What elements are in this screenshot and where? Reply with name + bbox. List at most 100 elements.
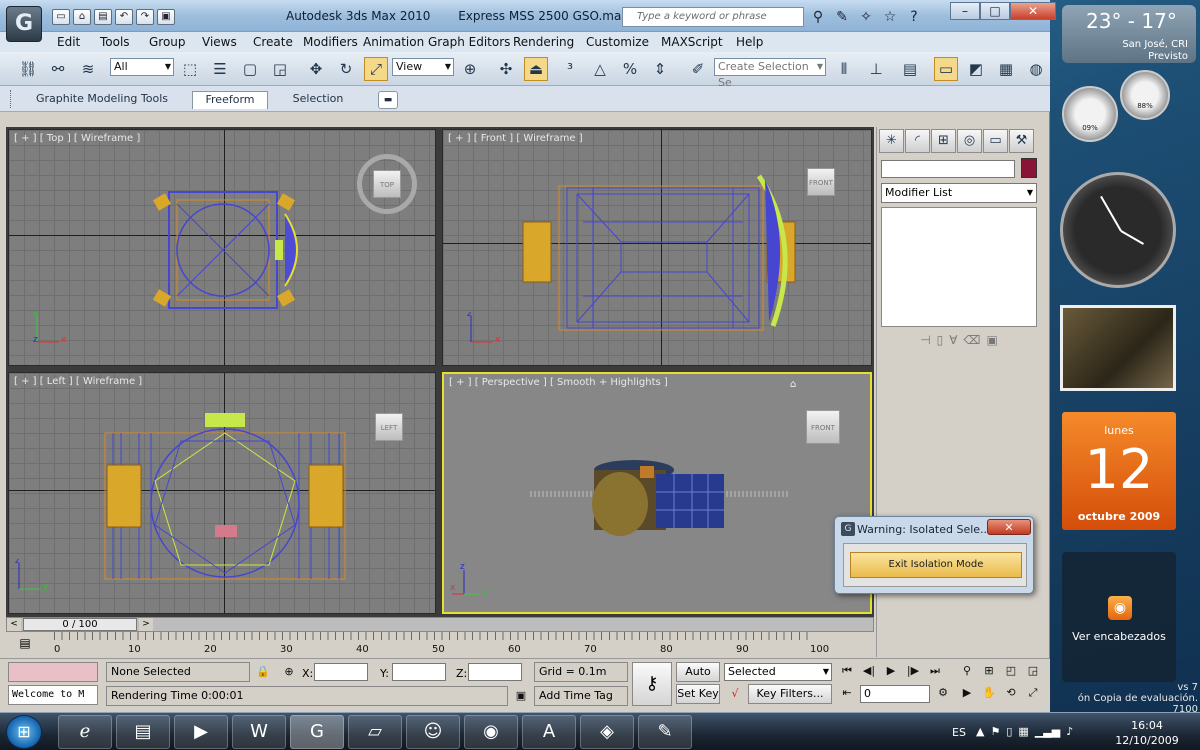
calendar-gadget[interactable]: lunes 12 octubre 2009 — [1062, 412, 1176, 530]
utilities-tab-icon[interactable]: ⚒ — [1009, 129, 1034, 153]
auto-key-button[interactable]: Auto Key — [676, 662, 720, 696]
pan-view-icon[interactable]: ✋ — [980, 684, 998, 702]
unlink-icon[interactable]: ⚯ — [46, 57, 70, 81]
viewcube-left[interactable]: LEFT — [375, 413, 403, 441]
graphite-toggle-icon[interactable]: ▭ — [934, 57, 958, 81]
minimize-icon[interactable]: – — [950, 2, 980, 20]
select-and-move-icon[interactable]: ✥ — [304, 57, 328, 81]
maxscript-listener-output[interactable] — [8, 662, 98, 682]
open-file-icon[interactable]: ⌂ — [73, 9, 91, 25]
select-by-name-icon[interactable]: ☰ — [208, 57, 232, 81]
volume-icon[interactable]: ♪ — [1066, 725, 1073, 738]
goto-start-icon[interactable]: ⏮ — [838, 662, 856, 680]
time-slider-prev-icon[interactable]: < — [7, 618, 21, 631]
default-in-out-tangent-icon[interactable]: √ — [726, 685, 744, 703]
taskbar-messenger-icon[interactable]: ☺ — [406, 715, 460, 749]
taskbar-paint-icon[interactable]: ✎ — [638, 715, 692, 749]
select-object-icon[interactable]: ⬚ — [178, 57, 202, 81]
taskbar-media-player-icon[interactable]: ▶ — [174, 715, 228, 749]
z-coordinate-input[interactable] — [468, 663, 522, 681]
key-mode-toggle-icon[interactable]: ⇤ — [838, 684, 856, 702]
menu-edit[interactable]: Edit — [57, 35, 80, 49]
tab-graphite-modeling-tools[interactable]: Graphite Modeling Tools — [32, 91, 172, 109]
pivot-center-icon[interactable]: ⊕ — [458, 57, 482, 81]
view-headlines-link[interactable]: Ver encabezados — [1062, 630, 1176, 643]
taskbar-acrobat-icon[interactable]: A — [522, 715, 576, 749]
menu-tools[interactable]: Tools — [100, 35, 130, 49]
taskbar-browser-icon[interactable]: ◈ — [580, 715, 634, 749]
menu-graph-editors[interactable]: Graph Editors — [428, 35, 510, 49]
viewcube-front[interactable]: FRONT — [807, 168, 835, 196]
lock-selection-icon[interactable]: 🔒 — [254, 663, 272, 681]
action-center-flag-icon[interactable]: ⚑ — [990, 725, 1000, 738]
subscription-icon[interactable]: ✎ — [832, 7, 852, 27]
configure-modifier-sets-icon[interactable]: ▣ — [986, 333, 997, 355]
menu-modifiers[interactable]: Modifiers — [303, 35, 358, 49]
project-folder-icon[interactable]: ▣ — [157, 9, 175, 25]
tab-freeform[interactable]: Freeform — [192, 91, 268, 109]
play-icon[interactable]: ▶ — [882, 662, 900, 680]
show-end-result-icon[interactable]: ▯ — [937, 333, 944, 355]
show-hidden-icons-icon[interactable]: ▲ — [976, 725, 984, 738]
menu-group[interactable]: Group — [149, 35, 186, 49]
object-color-swatch[interactable] — [1021, 158, 1037, 178]
time-slider[interactable]: < 0 / 100 > — [6, 617, 874, 632]
clock-date[interactable]: 12/10/2009 — [1114, 734, 1180, 747]
redo-icon[interactable]: ↷ — [136, 9, 154, 25]
viewcube-perspective[interactable]: FRONT — [806, 410, 840, 444]
select-and-scale-icon[interactable]: ⤢ — [364, 57, 388, 81]
select-and-rotate-icon[interactable]: ↻ — [334, 57, 358, 81]
goto-end-icon[interactable]: ⏭ — [926, 662, 944, 680]
align-icon[interactable]: ⊥ — [864, 57, 888, 81]
material-editor-icon[interactable]: ◍ — [1024, 57, 1048, 81]
window-crossing-icon[interactable]: ◲ — [268, 57, 292, 81]
mini-curve-editor-icon[interactable]: ▤ — [16, 636, 34, 654]
percent-snap-icon[interactable]: % — [618, 57, 642, 81]
modify-tab-icon[interactable]: ◜ — [905, 129, 930, 153]
start-button-icon[interactable]: ⊞ — [6, 715, 42, 749]
ribbon-options-icon[interactable]: ▬ — [378, 91, 398, 109]
taskbar-folder-icon[interactable]: ▱ — [348, 715, 402, 749]
next-frame-icon[interactable]: |▶ — [904, 662, 922, 680]
viewport-left[interactable]: [ + ] [ Left ] [ Wireframe ] zy LEFT — [8, 372, 436, 614]
zoom-extents-icon[interactable]: ◰ — [1002, 662, 1020, 680]
dialog-close-icon[interactable]: ✕ — [987, 519, 1031, 535]
viewport-front[interactable]: [ + ] [ Front ] [ Wireframe ] z x FRONT — [442, 129, 872, 366]
device-icon[interactable]: ▯ — [1006, 725, 1012, 738]
previous-frame-icon[interactable]: ◀| — [860, 662, 878, 680]
create-tab-icon[interactable]: ✳ — [879, 129, 904, 153]
ribbon-grip[interactable] — [10, 90, 13, 108]
keyboard-shortcut-override-icon[interactable]: ⏏ — [524, 57, 548, 81]
maximize-icon[interactable]: □ — [980, 2, 1010, 20]
slideshow-gadget[interactable] — [1060, 305, 1176, 391]
field-of-view-icon[interactable]: ▶ — [958, 684, 976, 702]
maximize-viewport-icon[interactable]: ⤢ — [1024, 684, 1042, 702]
edit-named-selection-icon[interactable]: ✐ — [686, 57, 710, 81]
named-selection-sets-dropdown[interactable]: Create Selection Se — [714, 58, 826, 89]
snaps-toggle-icon[interactable]: ³ — [558, 57, 582, 81]
modifier-list-dropdown[interactable]: Modifier List — [881, 183, 1037, 203]
menu-animation[interactable]: Animation — [363, 35, 424, 49]
taskbar-explorer-icon[interactable]: ▤ — [116, 715, 170, 749]
menu-maxscript[interactable]: MAXScript — [661, 35, 723, 49]
add-time-tag-icon[interactable]: ▣ — [512, 687, 530, 705]
bind-space-warp-icon[interactable]: ≋ — [76, 57, 100, 81]
display-tab-icon[interactable]: ▭ — [983, 129, 1008, 153]
clock-time[interactable]: 16:04 — [1114, 719, 1180, 732]
new-file-icon[interactable]: ▭ — [52, 9, 70, 25]
memory-meter-gadget[interactable]: 88% — [1120, 70, 1170, 120]
menu-help[interactable]: Help — [736, 35, 763, 49]
selection-filter-dropdown[interactable]: All — [110, 58, 174, 76]
set-key-key-icon[interactable]: ⚷ — [632, 662, 672, 706]
layer-manager-icon[interactable]: ▤ — [898, 57, 922, 81]
orbit-icon[interactable]: ⟲ — [1002, 684, 1020, 702]
menu-create[interactable]: Create — [253, 35, 293, 49]
network-icon[interactable]: ▦ — [1018, 725, 1028, 738]
spinner-snap-icon[interactable]: ⇕ — [648, 57, 672, 81]
time-configuration-icon[interactable]: ⚙ — [934, 684, 952, 702]
motion-tab-icon[interactable]: ◎ — [957, 129, 982, 153]
application-button[interactable]: G — [6, 6, 42, 42]
remove-modifier-icon[interactable]: ⌫ — [963, 333, 980, 355]
language-indicator[interactable]: ES — [952, 726, 966, 739]
favorites-icon[interactable]: ☆ — [880, 7, 900, 27]
